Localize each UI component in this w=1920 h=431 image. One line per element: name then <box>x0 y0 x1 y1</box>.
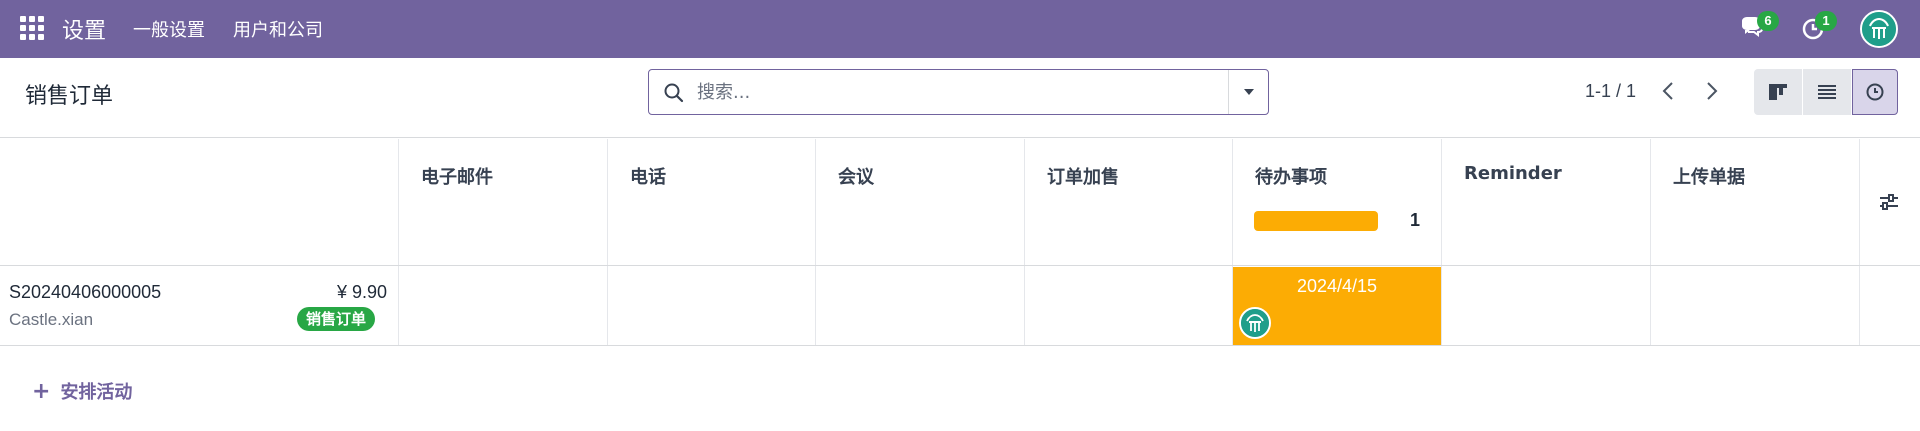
page-title: 销售订单 <box>25 84 114 109</box>
plus-icon: + <box>32 378 51 404</box>
activity-header-row: 电子邮件 电话 会议 订单加售 待办事项 Reminder 上传单据 1 <box>0 139 1920 266</box>
pager-value[interactable]: 1-1 / 1 <box>1585 81 1636 102</box>
assignee-avatar <box>1239 307 1271 339</box>
column-header-reminder[interactable]: Reminder <box>1464 163 1562 184</box>
todo-progress-bar[interactable] <box>1254 211 1378 231</box>
todo-count: 1 <box>1410 210 1421 230</box>
sliders-icon[interactable] <box>1878 191 1900 213</box>
column-header-email[interactable]: 电子邮件 <box>421 163 493 189</box>
column-header-upsell[interactable]: 订单加售 <box>1047 163 1119 189</box>
activities-badge: 1 <box>1815 11 1837 31</box>
order-reference[interactable]: S20240406000005 <box>9 282 161 303</box>
todo-activity-cell[interactable]: 2024/4/15 <box>1233 267 1441 345</box>
status-badge: 销售订单 <box>297 307 376 331</box>
chevron-down-icon <box>1243 89 1254 95</box>
activity-icon <box>1866 83 1884 101</box>
column-header-upload[interactable]: 上传单据 <box>1673 163 1745 189</box>
control-panel: 销售订单 1-1 / 1 <box>0 58 1920 138</box>
menu-users-companies[interactable]: 用户和公司 <box>233 16 323 42</box>
apps-icon[interactable] <box>20 16 44 40</box>
view-list-button[interactable] <box>1803 69 1851 115</box>
search-input[interactable] <box>697 78 1197 106</box>
pager-previous-button[interactable] <box>1648 73 1688 109</box>
order-amount: ¥ 9.90 <box>336 282 387 302</box>
messages-badge: 6 <box>1757 11 1779 31</box>
column-header-todo[interactable]: 待办事项 <box>1255 163 1327 189</box>
pager-next-button[interactable] <box>1692 73 1732 109</box>
schedule-activity-label: 安排活动 <box>60 382 133 403</box>
search-icon <box>664 83 684 103</box>
menu-general-settings[interactable]: 一般设置 <box>133 16 205 42</box>
customer-name: Castle.xian <box>9 310 94 329</box>
app-brand[interactable]: 设置 <box>62 13 106 45</box>
view-activity-button[interactable] <box>1852 69 1898 115</box>
chevron-right-icon <box>1707 82 1718 100</box>
user-avatar[interactable] <box>1860 10 1898 48</box>
list-icon <box>1818 85 1836 99</box>
chevron-left-icon <box>1662 82 1673 100</box>
schedule-activity-button[interactable]: + 安排活动 <box>32 378 132 404</box>
top-navbar: 设置 一般设置 用户和公司 6 1 <box>0 0 1920 58</box>
view-kanban-button[interactable] <box>1754 69 1802 115</box>
column-header-phone[interactable]: 电话 <box>630 163 666 189</box>
todo-due-date: 2024/4/15 <box>1296 276 1378 296</box>
search-box[interactable] <box>648 69 1269 115</box>
search-options-toggle[interactable] <box>1228 70 1268 114</box>
table-row[interactable]: S20240406000005 ¥ 9.90 Castle.xian 销售订单 … <box>0 266 1920 346</box>
kanban-icon <box>1769 84 1787 100</box>
column-header-meeting[interactable]: 会议 <box>838 163 874 189</box>
